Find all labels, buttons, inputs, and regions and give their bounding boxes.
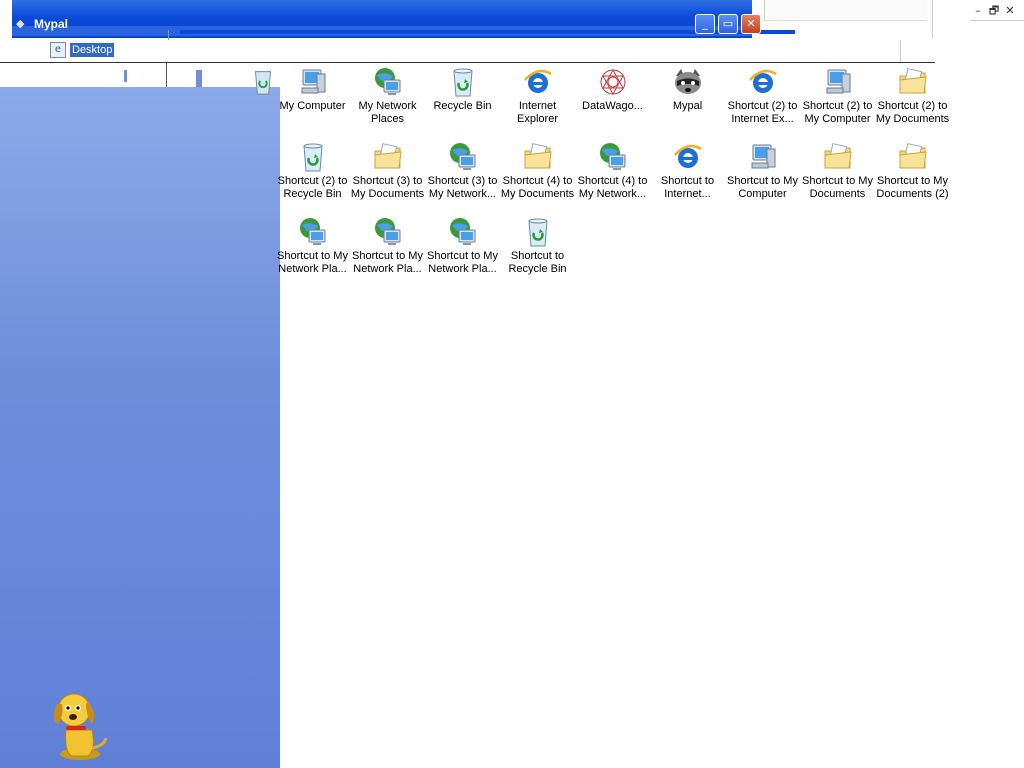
folder-icon [822, 141, 854, 173]
computer-icon [747, 141, 779, 173]
search-companion-dog-icon[interactable] [48, 690, 112, 762]
ie-icon [747, 66, 779, 98]
desktop-icon-item[interactable]: DataWago... [575, 66, 650, 113]
desktop-icon-label: Shortcut to Recycle Bin [508, 250, 567, 275]
desktop-icon-item[interactable]: Shortcut to My Documents (2) [875, 141, 950, 201]
desktop-icon-label: Shortcut (2) to My Computer [802, 100, 873, 125]
computer-icon [822, 66, 854, 98]
tree-item-desktop[interactable]: e Desktop [50, 41, 115, 59]
divider [900, 40, 901, 62]
recycle-icon [522, 216, 554, 248]
desktop-icon-item[interactable]: Mypal [650, 66, 725, 113]
desktop-icon-label: Recycle Bin [433, 100, 492, 112]
mdi-minimize-button[interactable]: – [970, 4, 986, 17]
desktop-icon-label: My Computer [279, 100, 346, 112]
desktop-icon-item[interactable]: Shortcut to Recycle Bin [500, 216, 575, 276]
desktop-icon-label: Shortcut (3) to My Network... [427, 175, 498, 200]
restore-button[interactable]: ▭ [718, 14, 738, 34]
desktop-icon-label: DataWago... [582, 100, 643, 112]
desktop-icon-label: Shortcut to My Network Pla... [277, 250, 348, 275]
network-icon [372, 66, 404, 98]
desktop-icon-item[interactable]: Shortcut to My Network Pla... [350, 216, 425, 276]
divider [932, 0, 933, 38]
recycle-icon [447, 66, 479, 98]
desktop-icon-item[interactable]: Recycle Bin [425, 66, 500, 113]
desktop-icon-item[interactable]: My Network Places [350, 66, 425, 126]
desktop-icon-label: Shortcut to My Network Pla... [352, 250, 423, 275]
pane-edge [124, 70, 127, 82]
datawago-icon [597, 66, 629, 98]
tree-item-label: Desktop [70, 43, 115, 57]
network-icon [597, 141, 629, 173]
window-title: Mypal [34, 17, 69, 31]
minimize-button[interactable]: _ [695, 14, 715, 34]
ie-icon [522, 66, 554, 98]
recycle-icon [297, 141, 329, 173]
desktop-icon: e [50, 42, 66, 58]
tree-row [0, 38, 935, 63]
network-icon [372, 216, 404, 248]
pane-edge [196, 70, 202, 88]
desktop-icon-item[interactable]: Shortcut to My Network Pla... [275, 216, 350, 276]
desktop-icon-item[interactable]: Shortcut (2) to My Computer [800, 66, 875, 126]
folder-icon [897, 141, 929, 173]
recycle-bin-icon [254, 71, 272, 95]
task-pane [0, 87, 280, 768]
desktop-icon-label: Shortcut to My Computer [727, 175, 798, 200]
close-button[interactable]: ✕ [741, 14, 761, 34]
background-window-strip [764, 0, 927, 21]
desktop-icon-label: Shortcut (4) to My Network... [577, 175, 648, 200]
desktop-icon-item[interactable]: Shortcut (3) to My Network... [425, 141, 500, 201]
mdi-close-button[interactable]: ✕ [1002, 4, 1018, 17]
network-icon [297, 216, 329, 248]
app-icon: ◆ [16, 17, 25, 30]
computer-icon [297, 66, 329, 98]
desktop-icon-item[interactable]: Shortcut to My Computer [725, 141, 800, 201]
mdi-restore-button[interactable]: 🗗 [986, 2, 1002, 21]
divider [166, 63, 167, 87]
desktop-icon-item[interactable]: Shortcut (4) to My Network... [575, 141, 650, 201]
desktop-icon-label: Shortcut to My Documents (2) [876, 175, 949, 200]
desktop-icon-label: Shortcut (4) to My Documents [500, 175, 575, 200]
desktop-icon-item[interactable]: Shortcut (2) to Internet Ex... [725, 66, 800, 126]
desktop-icon-label: Shortcut (2) to Recycle Bin [277, 175, 348, 200]
desktop-icon-label: Shortcut to My Documents [802, 175, 873, 200]
desktop-icon-item[interactable]: Shortcut to Internet... [650, 141, 725, 201]
desktop-icon-item[interactable]: Shortcut to My Network Pla... [425, 216, 500, 276]
desktop-icon-label: Shortcut (2) to Internet Ex... [727, 100, 798, 125]
folder-icon [372, 141, 404, 173]
desktop-icon-label: Internet Explorer [517, 100, 558, 125]
desktop-icon-item[interactable]: Internet Explorer [500, 66, 575, 126]
desktop-icon-item[interactable]: Shortcut (2) to Recycle Bin [275, 141, 350, 201]
desktop-icon-item[interactable]: Shortcut (3) to My Documents [350, 141, 425, 201]
desktop-icon-item[interactable]: My Computer [275, 66, 350, 113]
divider [970, 20, 1024, 21]
network-icon [447, 141, 479, 173]
mypal-icon [672, 66, 704, 98]
desktop-icon-item[interactable]: Shortcut (2) to My Documents [875, 66, 950, 126]
ie-icon [672, 141, 704, 173]
divider [168, 30, 169, 40]
desktop-icon-label: My Network Places [358, 100, 417, 125]
desktop-icon-label: Shortcut to My Network Pla... [427, 250, 498, 275]
desktop-icon-label: Shortcut (2) to My Documents [875, 100, 950, 125]
desktop-icon-label: Shortcut (3) to My Documents [350, 175, 425, 200]
desktop-icon-label: Mypal [672, 100, 703, 112]
folder-icon [897, 66, 929, 98]
folder-icon [522, 141, 554, 173]
desktop-icon-item[interactable]: Shortcut to My Documents [800, 141, 875, 201]
desktop-icon-item[interactable]: Shortcut (4) to My Documents [500, 141, 575, 201]
desktop-icon-label: Shortcut to Internet... [660, 175, 715, 200]
network-icon [447, 216, 479, 248]
mdi-controls: – 🗗 ✕ [970, 2, 1018, 21]
